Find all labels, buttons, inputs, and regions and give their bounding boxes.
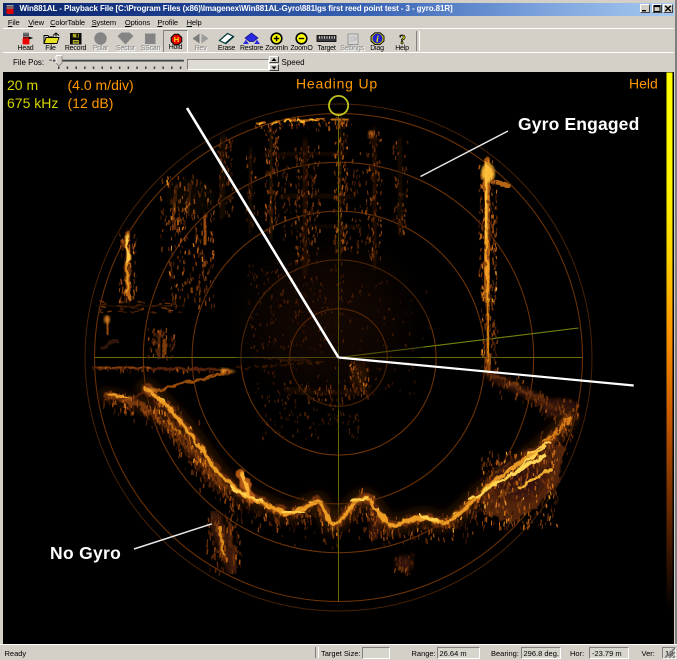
svg-text:Held: Held [629, 75, 658, 91]
svg-text:Heading Up: Heading Up [296, 75, 378, 91]
svg-text:?: ? [399, 32, 406, 45]
svg-text:20 m: 20 m [7, 77, 38, 93]
svg-text:675 kHz: 675 kHz [7, 95, 58, 111]
svg-text:Gyro Engaged: Gyro Engaged [518, 114, 639, 134]
svg-text:H: H [174, 35, 179, 44]
svg-text:(4.0 m/div): (4.0 m/div) [68, 77, 134, 93]
svg-text:No Gyro: No Gyro [50, 543, 121, 563]
svg-text:(12 dB): (12 dB) [68, 95, 114, 111]
svg-text:i: i [376, 35, 379, 45]
